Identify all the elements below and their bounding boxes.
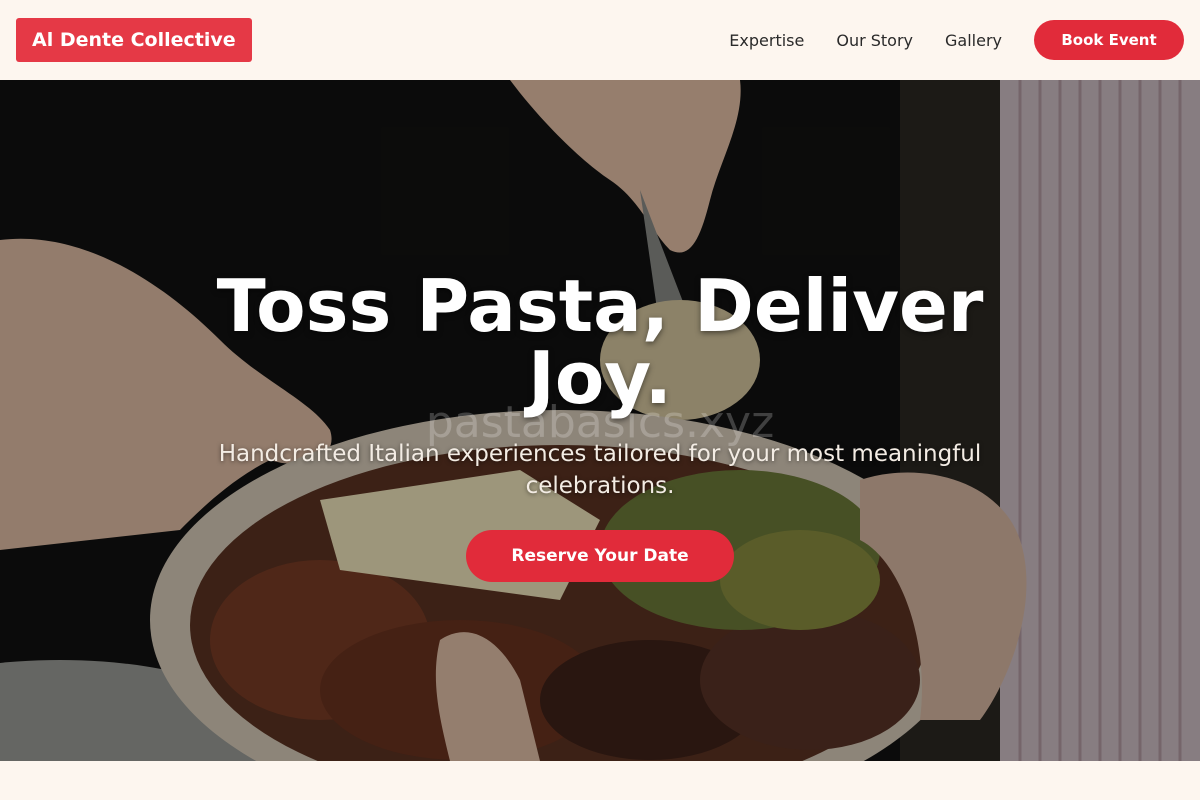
book-event-button[interactable]: Book Event [1034, 20, 1184, 60]
nav-link-expertise[interactable]: Expertise [729, 31, 804, 50]
page-bottom-strip [0, 761, 1200, 800]
hero-section: Toss Pasta, Deliver Joy. pastabasics.xyz… [0, 80, 1200, 761]
brand-logo[interactable]: Al Dente Collective [16, 18, 252, 62]
hero-content: Toss Pasta, Deliver Joy. pastabasics.xyz… [0, 80, 1200, 761]
hero-title: Toss Pasta, Deliver Joy. [216, 264, 984, 420]
nav-link-gallery[interactable]: Gallery [945, 31, 1002, 50]
site-header: Al Dente Collective Expertise Our Story … [0, 0, 1200, 80]
reserve-date-button[interactable]: Reserve Your Date [466, 530, 734, 582]
main-nav: Expertise Our Story Gallery Book Event [729, 20, 1184, 60]
hero-subtitle: Handcrafted Italian experiences tailored… [218, 441, 982, 499]
nav-link-our-story[interactable]: Our Story [836, 31, 913, 50]
